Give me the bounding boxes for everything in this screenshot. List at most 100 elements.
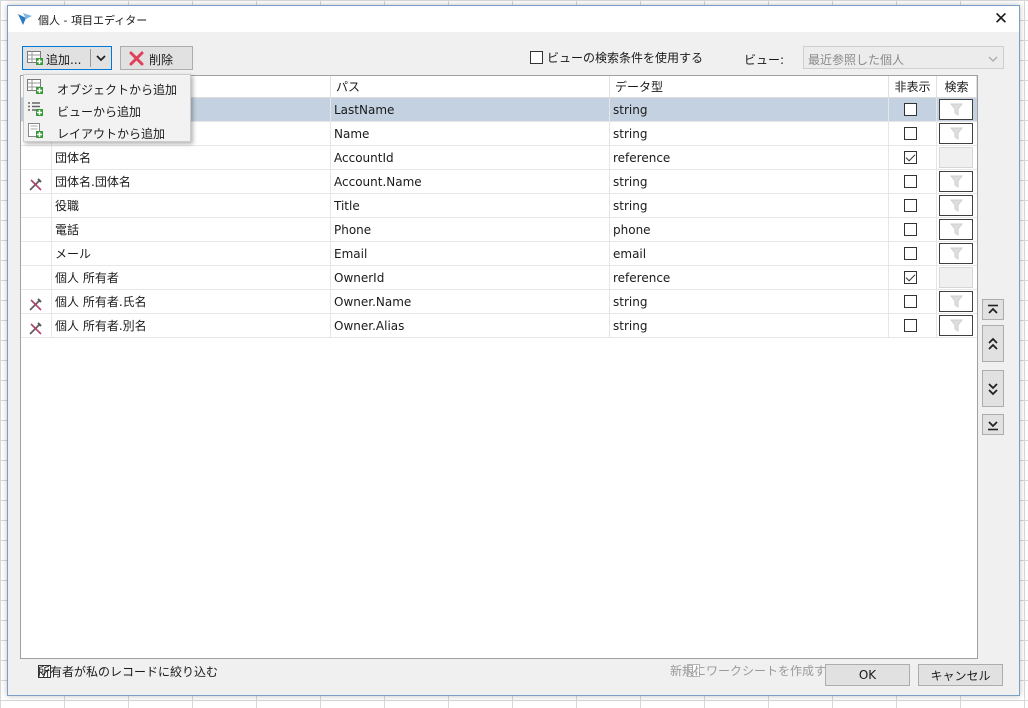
ok-button[interactable]: OK (825, 664, 910, 686)
hidden-cell (889, 266, 937, 290)
data-type-cell[interactable]: string (610, 98, 889, 122)
data-type-cell[interactable]: phone (610, 218, 889, 242)
hidden-checkbox[interactable] (904, 127, 917, 140)
path-cell[interactable]: AccountId (331, 146, 610, 170)
table-row[interactable]: 団体名 AccountId reference (21, 146, 977, 170)
table-row[interactable]: 個人 所有者 OwnerId reference (21, 266, 977, 290)
filter-icon (949, 223, 964, 239)
menu-item-add-from-view[interactable]: ビューから追加 (24, 99, 190, 121)
table-row[interactable]: 電話 Phone phone (21, 218, 977, 242)
hidden-cell (889, 98, 937, 122)
data-type-cell[interactable]: reference (610, 266, 889, 290)
chevron-down-icon[interactable] (95, 52, 107, 67)
hidden-checkbox[interactable] (904, 151, 917, 164)
table-row[interactable]: 個人 所有者.氏名 Owner.Name string (21, 290, 977, 314)
delete-button[interactable]: 削除 (120, 46, 193, 70)
table-row[interactable]: メール Email email (21, 242, 977, 266)
path-cell[interactable]: Name (331, 122, 610, 146)
move-bottom-button[interactable] (982, 414, 1004, 435)
filter-icon (949, 175, 964, 191)
use-view-search-checkbox[interactable] (530, 51, 543, 64)
name-cell[interactable]: 個人 所有者 (52, 266, 331, 290)
cancel-button[interactable]: キャンセル (918, 664, 1003, 686)
data-type-cell[interactable]: email (610, 242, 889, 266)
chevron-down-icon (988, 53, 998, 67)
fields-grid: パス データ型 非表示 検索 LastName string Name string 団… (20, 75, 978, 659)
path-cell[interactable]: Phone (331, 218, 610, 242)
hidden-checkbox[interactable] (904, 223, 917, 236)
hidden-cell (889, 242, 937, 266)
hidden-checkbox[interactable] (904, 199, 917, 212)
hidden-checkbox[interactable] (904, 271, 917, 284)
path-cell[interactable]: Owner.Name (331, 290, 610, 314)
table-row[interactable]: 役職 Title string (21, 194, 977, 218)
add-dropdown-menu: オブジェクトから追加 ビューから追加 レイアウトから追加 (23, 74, 191, 142)
hidden-checkbox[interactable] (904, 295, 917, 308)
menu-item-label: オブジェクトから追加 (57, 83, 178, 97)
filter-icon (949, 103, 964, 119)
name-cell[interactable]: 個人 所有者.別名 (52, 314, 331, 338)
path-cell[interactable]: Email (331, 242, 610, 266)
row-icon-cell (21, 170, 52, 194)
menu-item-add-from-layout[interactable]: レイアウトから追加 (24, 121, 190, 143)
data-type-cell[interactable]: string (610, 314, 889, 338)
name-cell[interactable]: 団体名.団体名 (52, 170, 331, 194)
new-worksheet-label: 新規にワークシートを作成する (670, 664, 839, 678)
data-type-cell[interactable]: reference (610, 146, 889, 170)
column-header-hidden[interactable]: 非表示 (889, 76, 937, 98)
data-type-cell[interactable]: string (610, 290, 889, 314)
menu-item-add-from-object[interactable]: オブジェクトから追加 (24, 77, 190, 99)
name-cell[interactable]: 個人 所有者.氏名 (52, 290, 331, 314)
add-button[interactable]: 追加... (22, 46, 112, 70)
path-cell[interactable]: Account.Name (331, 170, 610, 194)
view-select[interactable]: 最近参照した個人 (803, 46, 1004, 69)
search-filter-button[interactable] (939, 291, 973, 312)
path-cell[interactable]: LastName (331, 98, 610, 122)
column-header-data-type[interactable]: データ型 (610, 76, 889, 98)
row-icon-cell (21, 146, 52, 170)
field-editor-dialog: 個人 - 項目エディター ✕ 追加... 削除 ビューの検索条件を使用する ビュ… (7, 5, 1020, 696)
filter-icon (949, 247, 964, 263)
name-cell[interactable]: 電話 (52, 218, 331, 242)
table-row[interactable]: 団体名.団体名 Account.Name string (21, 170, 977, 194)
layout-add-icon (27, 123, 43, 141)
path-cell[interactable]: Title (331, 194, 610, 218)
move-top-button[interactable] (982, 299, 1004, 320)
filter-icon (949, 127, 964, 143)
move-down-button[interactable] (982, 370, 1004, 407)
data-type-cell[interactable]: string (610, 170, 889, 194)
path-cell[interactable]: Owner.Alias (331, 314, 610, 338)
search-filter-button[interactable] (939, 315, 973, 336)
search-filter-button[interactable] (939, 99, 973, 120)
column-header-path[interactable]: パス (331, 76, 610, 98)
path-cell[interactable]: OwnerId (331, 266, 610, 290)
ok-button-label: OK (858, 668, 877, 682)
search-filter-button[interactable] (939, 195, 973, 216)
search-filter-button[interactable] (939, 219, 973, 240)
hidden-checkbox[interactable] (904, 175, 917, 188)
search-filter-button (939, 147, 973, 168)
name-cell[interactable]: 役職 (52, 194, 331, 218)
search-filter-button[interactable] (939, 243, 973, 264)
name-cell[interactable]: メール (52, 242, 331, 266)
hidden-checkbox[interactable] (904, 103, 917, 116)
hidden-checkbox[interactable] (904, 247, 917, 260)
data-type-cell[interactable]: string (610, 122, 889, 146)
hidden-cell (889, 194, 937, 218)
row-icon-cell (21, 218, 52, 242)
name-cell[interactable]: 団体名 (52, 146, 331, 170)
add-dropdown-divider (90, 49, 91, 67)
column-header-search[interactable]: 検索 (937, 76, 977, 98)
data-type-cell[interactable]: string (610, 194, 889, 218)
row-icon-cell (21, 290, 52, 314)
hidden-checkbox[interactable] (904, 319, 917, 332)
double-chevron-up-icon (988, 337, 998, 350)
table-row[interactable]: 個人 所有者.別名 Owner.Alias string (21, 314, 977, 338)
move-up-button[interactable] (982, 325, 1004, 362)
delete-button-label: 削除 (149, 53, 174, 67)
search-filter-button[interactable] (939, 171, 973, 192)
close-button[interactable]: ✕ (983, 6, 1019, 32)
hidden-cell (889, 146, 937, 170)
filter-icon (949, 199, 964, 215)
search-filter-button[interactable] (939, 123, 973, 144)
